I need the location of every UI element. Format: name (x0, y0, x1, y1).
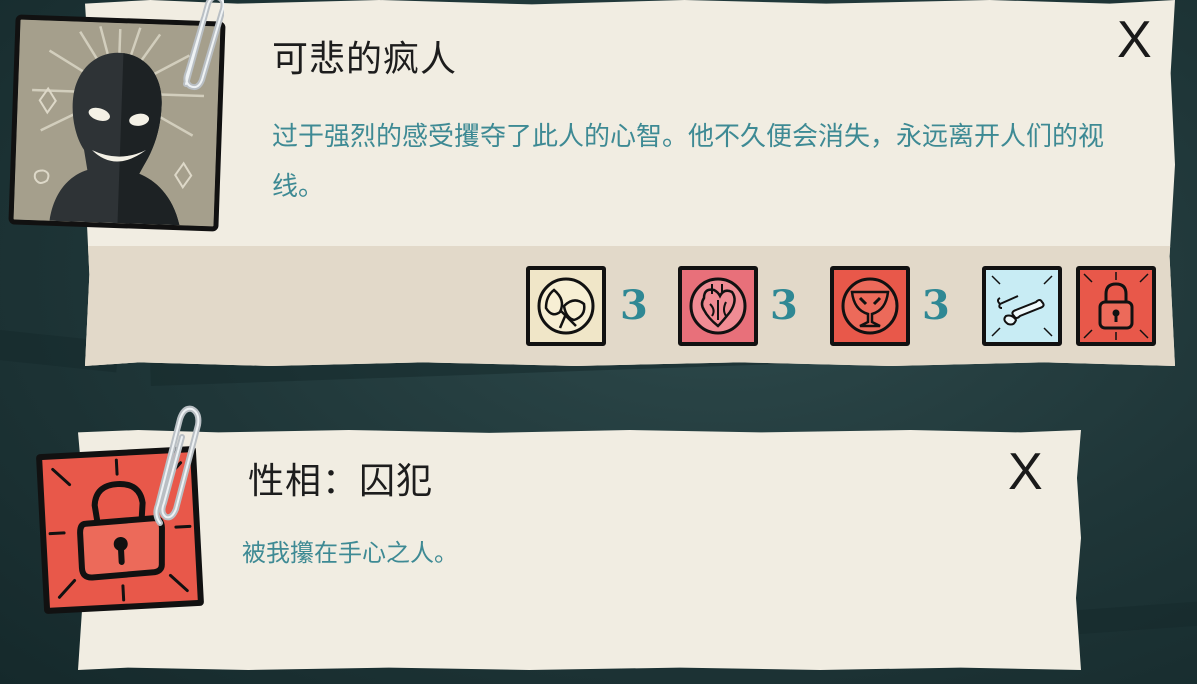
aspect-slot-bones[interactable] (982, 266, 1062, 346)
close-button[interactable]: X (1008, 446, 1043, 498)
card-description: 过于强烈的感受攫夺了此人的心智。他不久便会消失，永远离开人们的视线。 (272, 122, 1105, 202)
aspect-slot-heart[interactable] (678, 266, 758, 346)
aspect-count-heart: 3 (770, 282, 798, 329)
moth-icon (537, 277, 595, 335)
aspect-count-moth: 3 (620, 282, 648, 329)
aspect-slot-moth[interactable] (526, 266, 606, 346)
aspect-slot-grail[interactable] (830, 266, 910, 346)
aspect-slot-padlock[interactable] (1076, 266, 1156, 346)
paperclip-icon (183, 0, 224, 91)
card-description: 被我攥在手心之人。 (242, 539, 458, 567)
bones-icon (991, 275, 1053, 337)
heart-icon (689, 277, 747, 335)
close-button[interactable]: X (1117, 14, 1152, 66)
aspect-count-grail: 3 (922, 282, 950, 329)
padlock-icon (1083, 272, 1149, 340)
paperclip-icon (153, 405, 202, 526)
card-title: 可悲的疯人 (272, 39, 458, 80)
grail-icon (841, 277, 899, 335)
card-title: 性相：囚犯 (248, 461, 434, 502)
